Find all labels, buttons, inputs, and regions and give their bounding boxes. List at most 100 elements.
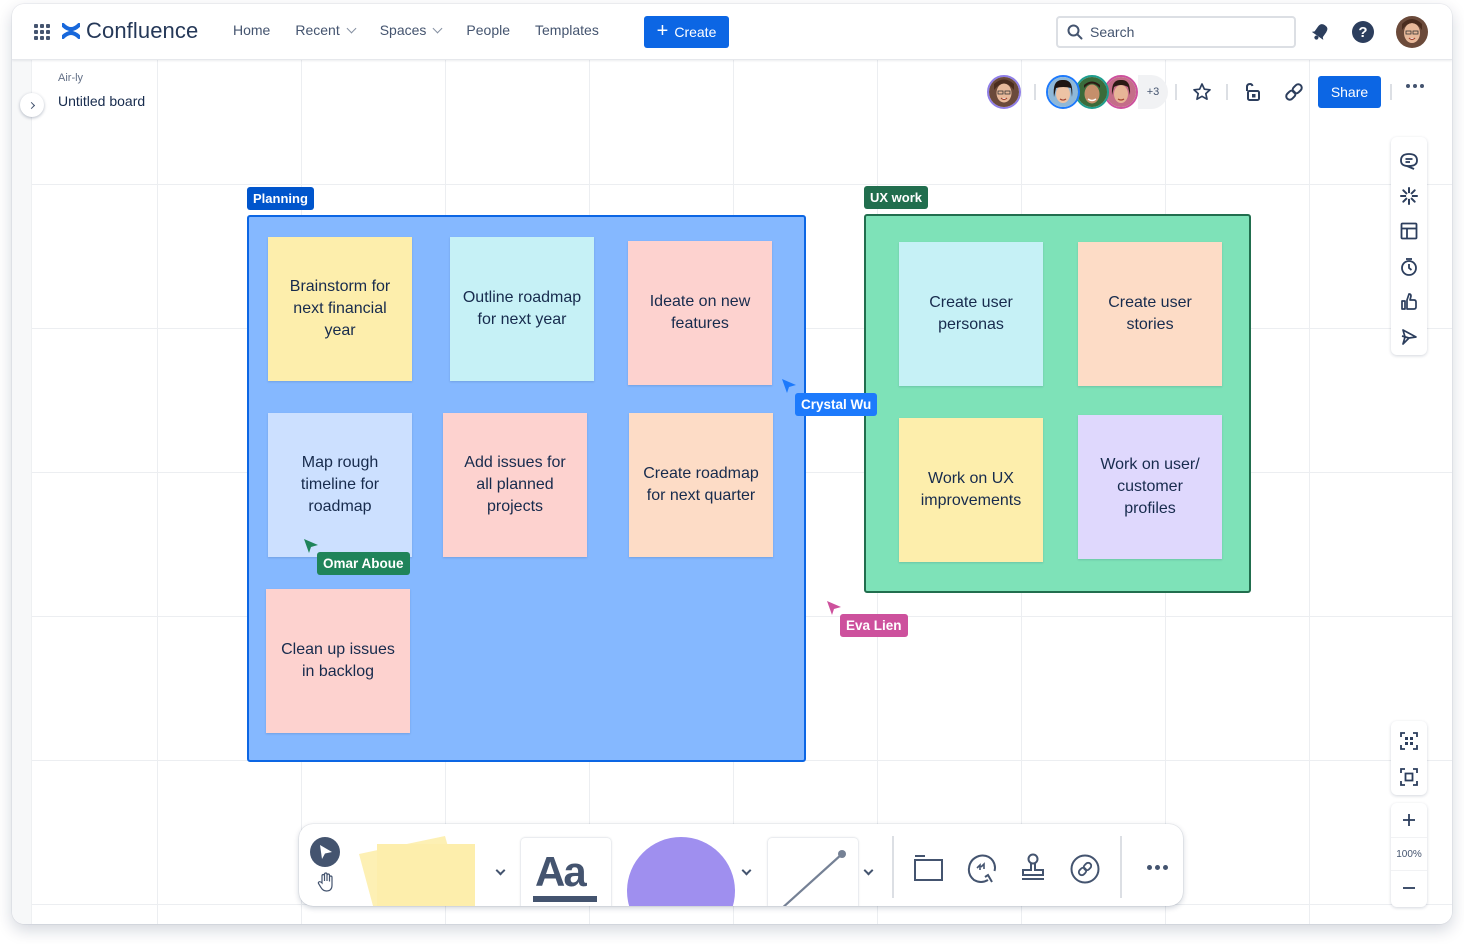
nav-home[interactable]: Home <box>233 22 270 38</box>
nav-spaces[interactable]: Spaces <box>379 22 443 38</box>
cursor-label-crystal-wu: Crystal Wu <box>795 393 878 416</box>
frame-tool[interactable] <box>914 854 944 887</box>
ai-button[interactable] <box>1395 178 1423 213</box>
chevron-right-icon <box>27 101 35 109</box>
text-underline <box>533 896 597 902</box>
space-name[interactable]: Air-ly <box>58 72 83 84</box>
frame-icon <box>914 855 943 881</box>
help-icon[interactable]: ? <box>1352 21 1374 43</box>
sticky-note[interactable]: Map rough timeline for roadmap <box>268 413 412 557</box>
app-name: Confluence <box>86 18 199 43</box>
zoom-out-button[interactable] <box>1391 871 1427 905</box>
collaborator-avatar[interactable] <box>1104 75 1138 109</box>
timer-button[interactable] <box>1395 249 1423 284</box>
comments-button[interactable] <box>1395 143 1423 178</box>
hand-icon <box>317 872 333 892</box>
more-actions-icon[interactable] <box>1406 84 1424 88</box>
sticky-note[interactable]: Create user personas <box>899 242 1043 386</box>
sticky-note-options-dropdown[interactable] <box>495 865 506 876</box>
nav-templates-label: Templates <box>535 22 599 38</box>
frame-label-planning[interactable]: Planning <box>247 187 314 210</box>
search-icon <box>1067 24 1083 40</box>
timer-icon <box>1401 257 1417 276</box>
zoom-level[interactable]: 100% <box>1391 837 1427 871</box>
shape-options-dropdown[interactable] <box>741 865 752 876</box>
top-navigation: Confluence Home Recent Spaces People Tem… <box>12 4 1452 60</box>
sticky-note-text: Map rough timeline for roadmap <box>300 454 380 515</box>
confluence-logo[interactable]: Confluence <box>62 18 198 44</box>
app-window: Confluence Home Recent Spaces People Tem… <box>12 4 1452 924</box>
select-pointer-icon <box>310 837 340 867</box>
shape-tool[interactable] <box>627 837 737 906</box>
nav-recent-label: Recent <box>295 22 340 38</box>
collaborator-avatar[interactable] <box>1046 75 1080 109</box>
present-button[interactable] <box>1395 320 1423 355</box>
expand-sidebar-button[interactable] <box>20 93 44 117</box>
smart-link-tool[interactable] <box>966 853 998 890</box>
line-tool[interactable] <box>768 838 858 906</box>
focus-selection-button[interactable] <box>1395 759 1423 795</box>
template-icon <box>1400 222 1418 240</box>
sticky-note[interactable]: Outline roadmap for next year <box>450 237 594 381</box>
sticky-note[interactable]: Work on UX improvements <box>899 418 1043 562</box>
sticky-note[interactable]: Brainstorm for next financial year <box>268 237 412 381</box>
profile-avatar[interactable] <box>1396 16 1428 48</box>
plus-icon: + <box>656 20 669 42</box>
link-tool[interactable] <box>1070 854 1100 889</box>
nav-people[interactable]: People <box>466 22 510 38</box>
sticky-note-tool[interactable] <box>357 834 483 906</box>
nav-spaces-label: Spaces <box>379 22 427 38</box>
notifications-button[interactable] <box>1310 20 1332 47</box>
sticky-note-text: Create user personas <box>929 294 1013 333</box>
divider <box>1175 84 1177 100</box>
create-label: Create <box>674 24 717 40</box>
nav-menu: Home Recent Spaces People Templates <box>233 22 599 38</box>
unlock-icon <box>1246 82 1260 101</box>
owner-avatar[interactable] <box>987 75 1021 109</box>
vote-button[interactable] <box>1395 284 1423 319</box>
apps-grid-icon[interactable] <box>34 24 50 40</box>
sticky-note[interactable]: Add issues for all planned projects <box>443 413 587 557</box>
notifications-icon <box>1311 24 1328 40</box>
side-toolbar <box>1391 137 1427 355</box>
link-circle-icon <box>1070 854 1100 884</box>
fit-to-screen-button[interactable] <box>1395 723 1423 759</box>
chevron-down-icon <box>346 23 357 33</box>
share-button[interactable]: Share <box>1318 76 1381 108</box>
more-tools-icon[interactable] <box>1147 865 1168 870</box>
star-button[interactable] <box>1188 78 1216 106</box>
board-title[interactable]: Untitled board <box>58 93 145 109</box>
link-icon <box>1285 83 1303 101</box>
collaborator-avatar[interactable] <box>1075 75 1109 109</box>
create-button[interactable]: + Create <box>644 16 729 48</box>
sticky-note-text: Create user stories <box>1108 294 1192 333</box>
frame-label-ux-work[interactable]: UX work <box>864 186 929 209</box>
stamp-tool[interactable] <box>1020 853 1046 888</box>
sparkle-icon <box>1400 186 1418 205</box>
text-tool[interactable]: Aa <box>521 838 611 906</box>
sticky-note[interactable]: Create user stories <box>1078 242 1222 386</box>
restrictions-button[interactable] <box>1238 78 1266 106</box>
line-options-dropdown[interactable] <box>863 865 874 876</box>
view-toolbar <box>1391 721 1427 795</box>
sticky-note[interactable]: Ideate on new features <box>628 241 772 385</box>
zoom-in-button[interactable] <box>1391 803 1427 837</box>
sticky-note[interactable]: Work on user/ customer profiles <box>1078 415 1222 559</box>
sticky-note[interactable]: Clean up issues in backlog <box>266 589 410 733</box>
cursor-pointer-icon <box>827 601 841 615</box>
templates-button[interactable] <box>1395 214 1423 249</box>
copy-link-button[interactable] <box>1280 78 1308 106</box>
select-tool-button[interactable] <box>310 837 340 872</box>
hand-tool-button[interactable] <box>317 872 335 897</box>
focus-icon <box>1400 768 1418 786</box>
nav-templates[interactable]: Templates <box>535 22 599 38</box>
sticky-note-icon <box>359 836 475 906</box>
sticky-note-text: Add issues for all planned projects <box>464 454 566 515</box>
pin-icon <box>1401 329 1417 346</box>
search-input[interactable] <box>1090 24 1280 40</box>
divider <box>892 836 894 898</box>
star-icon <box>1193 83 1211 101</box>
sticky-note[interactable]: Create roadmap for next quarter <box>629 413 773 557</box>
search-box[interactable] <box>1056 16 1296 48</box>
nav-recent[interactable]: Recent <box>295 22 357 38</box>
